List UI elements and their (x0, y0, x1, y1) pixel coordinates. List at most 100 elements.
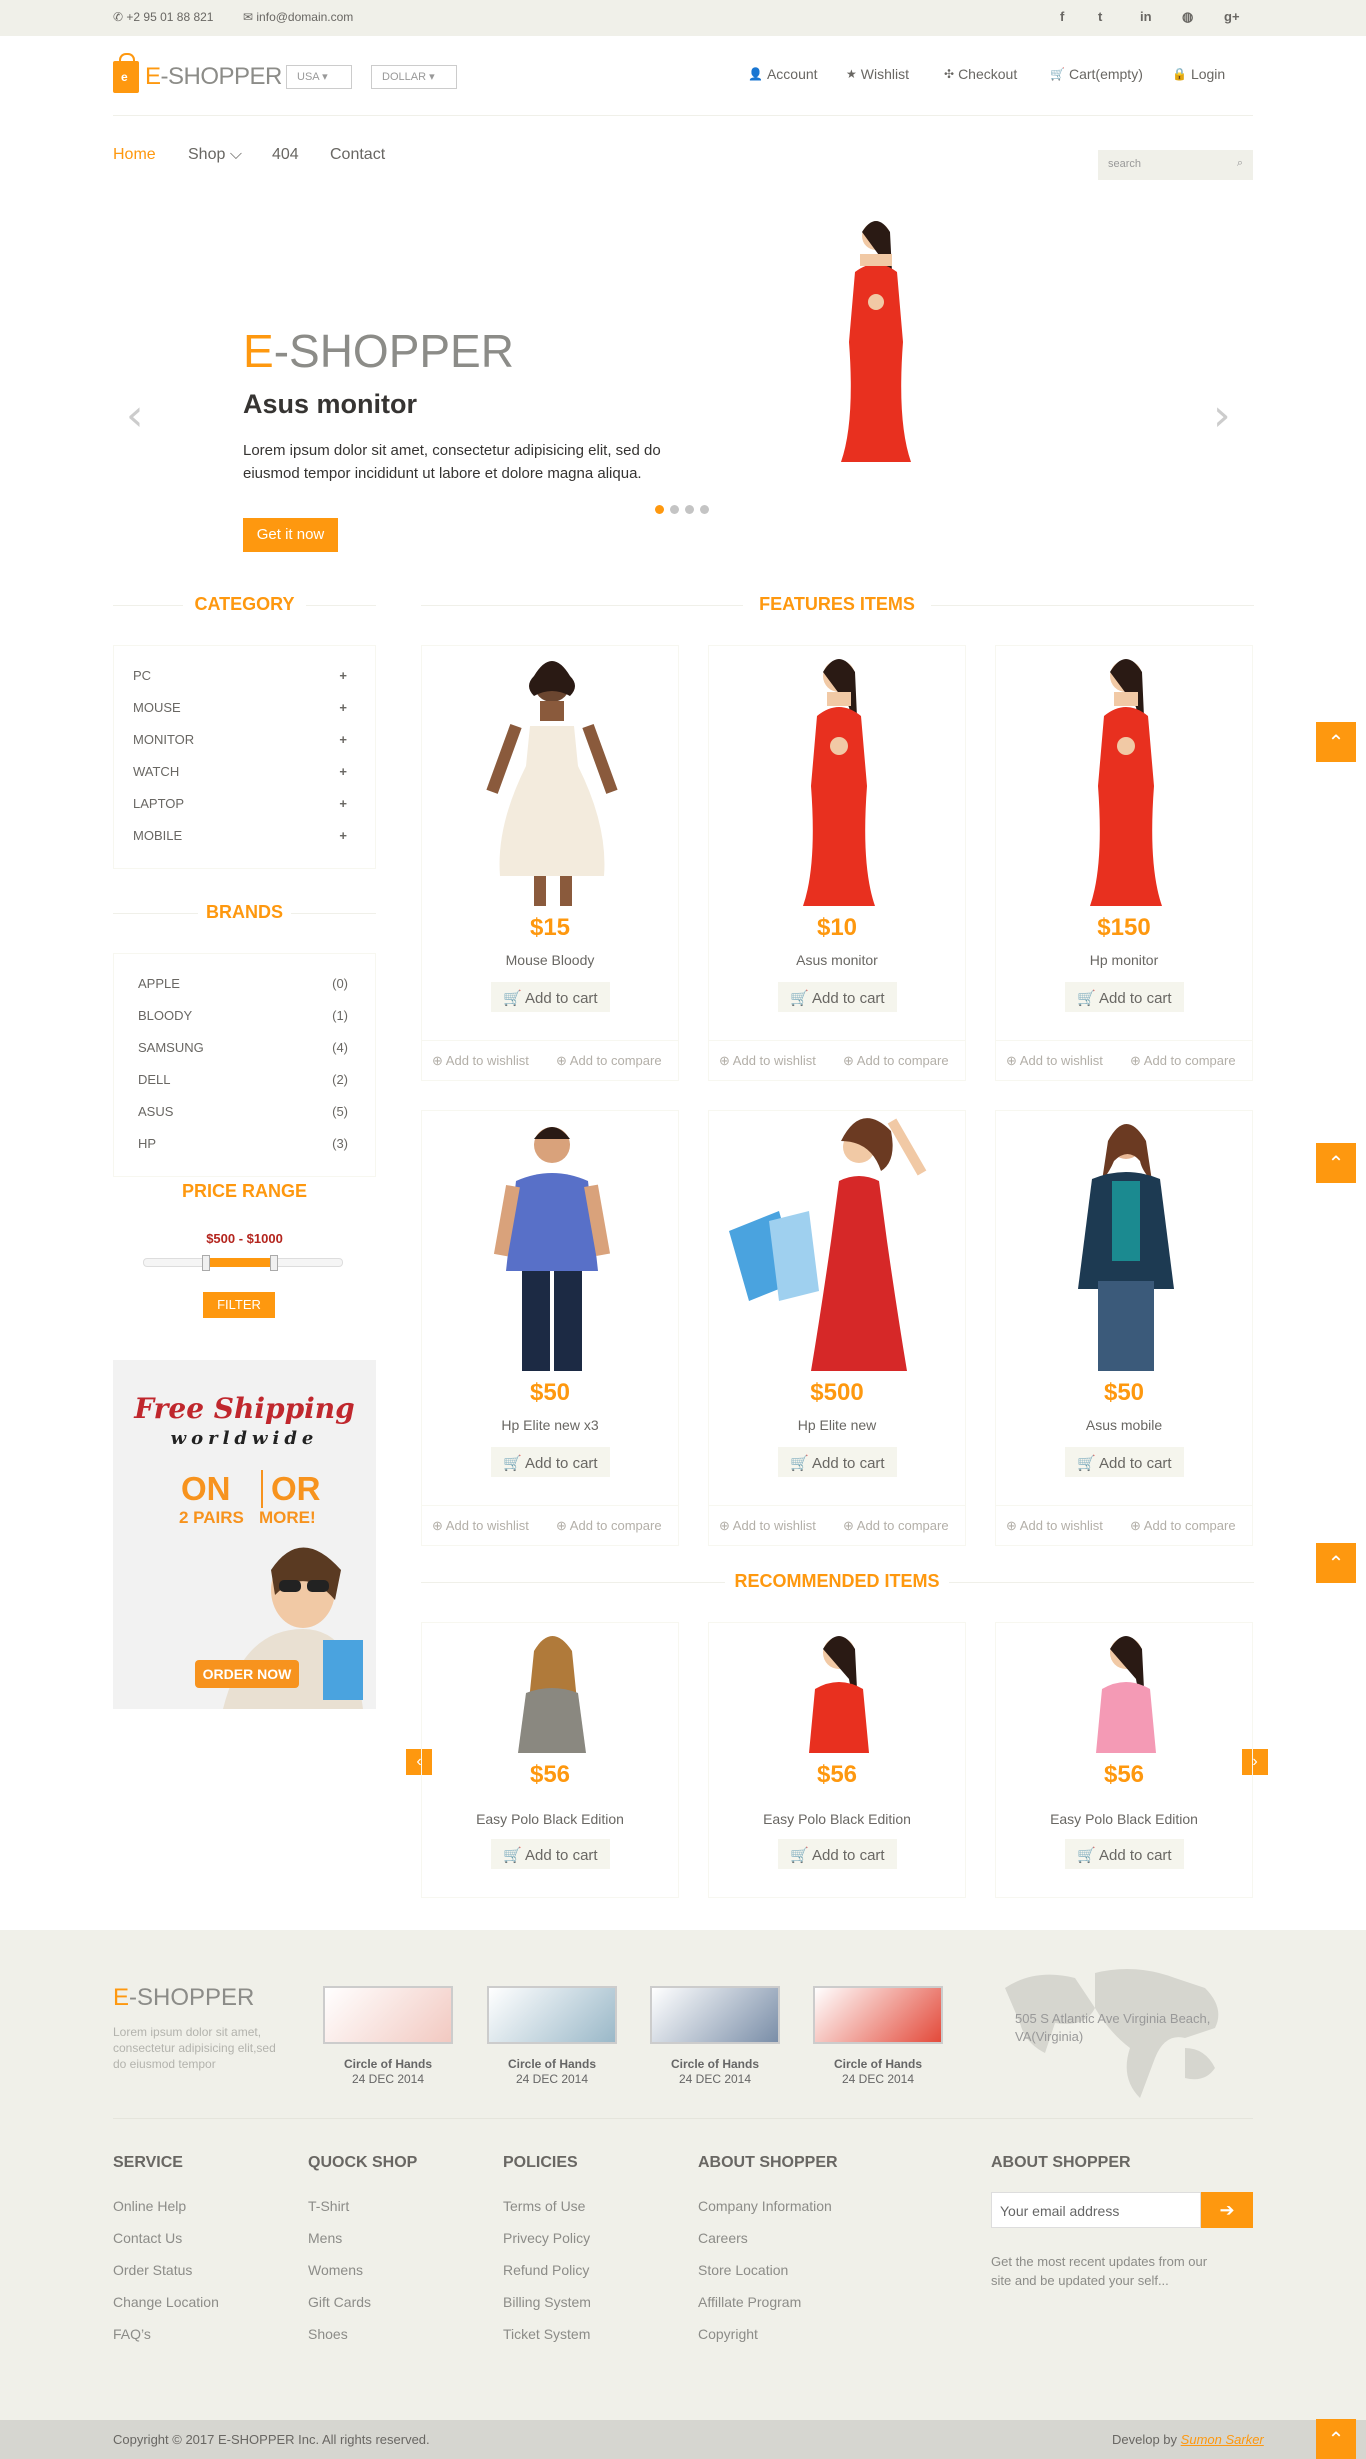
product-image[interactable] (709, 1623, 967, 1753)
brand-item[interactable]: SAMSUNG (4) (138, 1040, 348, 1055)
google-plus-icon[interactable]: g+ (1224, 9, 1240, 24)
product-name[interactable]: Easy Polo Black Edition (996, 1811, 1252, 1827)
subscribe-email-input[interactable]: Your email address (991, 2192, 1201, 2228)
brand-item[interactable]: DELL (2) (138, 1072, 348, 1087)
add-to-cart-button[interactable]: 🛒 Add to cart (1065, 1447, 1184, 1477)
footer-link[interactable]: Refund Policy (503, 2262, 589, 2278)
footer-link[interactable]: Terms of Use (503, 2198, 585, 2214)
product-image[interactable] (996, 646, 1254, 908)
slider-next-arrow[interactable]: › (1213, 390, 1231, 441)
video-thumbnail[interactable] (323, 1986, 453, 2044)
checkout-link[interactable]: ✣ Checkout (944, 66, 1017, 82)
brand-item[interactable]: ASUS (5) (138, 1104, 348, 1119)
email-contact[interactable]: ✉ info@domain.com (243, 10, 353, 24)
footer-link[interactable]: Contact Us (113, 2230, 182, 2246)
product-image[interactable] (709, 1111, 967, 1373)
order-now-button[interactable]: ORDER NOW (195, 1660, 299, 1688)
get-it-now-button[interactable]: Get it now (243, 518, 338, 552)
brand-item[interactable]: BLOODY (1) (138, 1008, 348, 1023)
add-to-cart-button[interactable]: 🛒 Add to cart (491, 1839, 610, 1869)
footer-link[interactable]: Shoes (308, 2326, 348, 2342)
slider-dot[interactable] (655, 505, 664, 514)
category-item[interactable]: PC + (133, 668, 347, 683)
dribbble-icon[interactable]: ◍ (1182, 9, 1193, 25)
free-shipping-banner[interactable]: Free Shipping worldwide ON OR 2 PAIRS MO… (113, 1360, 376, 1709)
product-image[interactable] (422, 646, 680, 908)
add-to-wishlist-link[interactable]: ⊕ Add to wishlist (719, 1053, 816, 1069)
slider-prev-arrow[interactable]: ‹ (126, 390, 144, 441)
brand-item[interactable]: APPLE (0) (138, 976, 348, 991)
subscribe-button[interactable]: ➔ (1201, 2192, 1253, 2228)
add-to-compare-link[interactable]: ⊕ Add to compare (1130, 1518, 1236, 1534)
category-item[interactable]: LAPTOP + (133, 796, 347, 811)
developer-link[interactable]: Sumon Sarker (1181, 2432, 1264, 2447)
add-to-compare-link[interactable]: ⊕ Add to compare (1130, 1053, 1236, 1069)
add-to-cart-button[interactable]: 🛒 Add to cart (778, 1839, 897, 1869)
slider-dots[interactable] (655, 505, 709, 514)
product-name[interactable]: Hp Elite new (709, 1417, 965, 1433)
footer-link[interactable]: Store Location (698, 2262, 788, 2278)
footer-link[interactable]: Billing System (503, 2294, 591, 2310)
search-icon[interactable]: ⌕ (1237, 157, 1243, 170)
cart-link[interactable]: 🛒 Cart(empty) (1050, 66, 1143, 82)
scroll-up-button[interactable]: ⌃ (1316, 2419, 1356, 2459)
nav-contact[interactable]: Contact (330, 146, 385, 164)
add-to-wishlist-link[interactable]: ⊕ Add to wishlist (719, 1518, 816, 1534)
footer-link[interactable]: Online Help (113, 2198, 186, 2214)
category-item[interactable]: MOBILE + (133, 828, 347, 843)
twitter-icon[interactable]: t (1098, 9, 1102, 24)
login-link[interactable]: 🔒 Login (1172, 66, 1225, 82)
facebook-icon[interactable]: f (1060, 9, 1064, 24)
category-item[interactable]: WATCH + (133, 764, 347, 779)
footer-link[interactable]: Womens (308, 2262, 363, 2278)
slider-dot[interactable] (685, 505, 694, 514)
add-to-compare-link[interactable]: ⊕ Add to compare (843, 1518, 949, 1534)
product-name[interactable]: Hp monitor (996, 952, 1252, 968)
add-to-wishlist-link[interactable]: ⊕ Add to wishlist (432, 1518, 529, 1534)
product-image[interactable] (422, 1623, 680, 1753)
logo[interactable]: e E-SHOPPER (113, 53, 282, 97)
add-to-compare-link[interactable]: ⊕ Add to compare (843, 1053, 949, 1069)
price-slider-handle-min[interactable] (202, 1255, 210, 1271)
category-item[interactable]: MONITOR + (133, 732, 347, 747)
add-to-cart-button[interactable]: 🛒 Add to cart (1065, 1839, 1184, 1869)
add-to-compare-link[interactable]: ⊕ Add to compare (556, 1053, 662, 1069)
footer-link[interactable]: Order Status (113, 2262, 192, 2278)
brand-item[interactable]: HP (3) (138, 1136, 348, 1151)
add-to-cart-button[interactable]: 🛒 Add to cart (491, 1447, 610, 1477)
footer-link[interactable]: T-Shirt (308, 2198, 349, 2214)
nav-404[interactable]: 404 (272, 146, 299, 164)
product-name[interactable]: Mouse Bloody (422, 952, 678, 968)
category-item[interactable]: MOUSE + (133, 700, 347, 715)
slider-dot[interactable] (670, 505, 679, 514)
add-to-wishlist-link[interactable]: ⊕ Add to wishlist (432, 1053, 529, 1069)
footer-link[interactable]: Company Information (698, 2198, 832, 2214)
nav-shop[interactable]: Shop ⌵ (188, 146, 242, 164)
footer-link[interactable]: FAQ’s (113, 2326, 151, 2342)
add-to-compare-link[interactable]: ⊕ Add to compare (556, 1518, 662, 1534)
product-name[interactable]: Asus monitor (709, 952, 965, 968)
add-to-cart-button[interactable]: 🛒 Add to cart (1065, 982, 1184, 1012)
footer-link[interactable]: Ticket System (503, 2326, 590, 2342)
footer-link[interactable]: Change Location (113, 2294, 219, 2310)
product-name[interactable]: Asus mobile (996, 1417, 1252, 1433)
video-thumbnail[interactable] (487, 1986, 617, 2044)
price-slider-handle-max[interactable] (270, 1255, 278, 1271)
add-to-cart-button[interactable]: 🛒 Add to cart (778, 1447, 897, 1477)
footer-link[interactable]: Mens (308, 2230, 342, 2246)
product-image[interactable] (996, 1623, 1254, 1753)
add-to-cart-button[interactable]: 🛒 Add to cart (778, 982, 897, 1012)
product-name[interactable]: Easy Polo Black Edition (422, 1811, 678, 1827)
footer-link[interactable]: Privecy Policy (503, 2230, 590, 2246)
add-to-wishlist-link[interactable]: ⊕ Add to wishlist (1006, 1518, 1103, 1534)
add-to-cart-button[interactable]: 🛒 Add to cart (491, 982, 610, 1012)
add-to-wishlist-link[interactable]: ⊕ Add to wishlist (1006, 1053, 1103, 1069)
video-thumbnail[interactable] (813, 1986, 943, 2044)
filter-button[interactable]: FILTER (203, 1292, 275, 1318)
linkedin-icon[interactable]: in (1140, 9, 1152, 24)
currency-dropdown[interactable]: DOLLAR ▾ (371, 65, 457, 89)
product-image[interactable] (996, 1111, 1254, 1373)
country-dropdown[interactable]: USA ▾ (286, 65, 352, 89)
account-link[interactable]: 👤 Account (748, 66, 818, 82)
product-image[interactable] (709, 646, 967, 908)
